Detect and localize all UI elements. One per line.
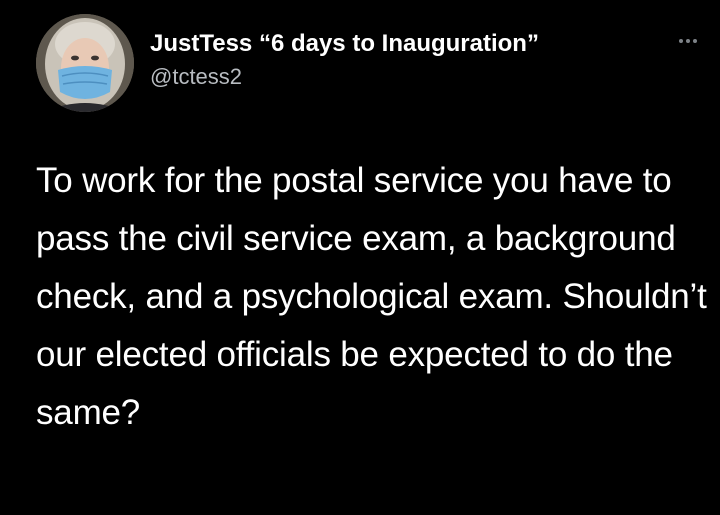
more-dot — [679, 39, 683, 43]
author-avatar[interactable] — [36, 14, 134, 112]
more-dot — [693, 39, 697, 43]
more-options-icon[interactable] — [672, 32, 704, 50]
tweet-text: To work for the postal service you have … — [36, 161, 707, 432]
author-display-name[interactable]: JustTess “6 days to Inauguration” — [150, 30, 650, 58]
author-handle[interactable]: @tctess2 — [150, 64, 650, 90]
avatar-image — [36, 14, 134, 112]
tweet-card: JustTess “6 days to Inauguration” @tctes… — [0, 0, 720, 515]
author-info: JustTess “6 days to Inauguration” @tctes… — [150, 30, 650, 90]
more-dot — [686, 39, 690, 43]
